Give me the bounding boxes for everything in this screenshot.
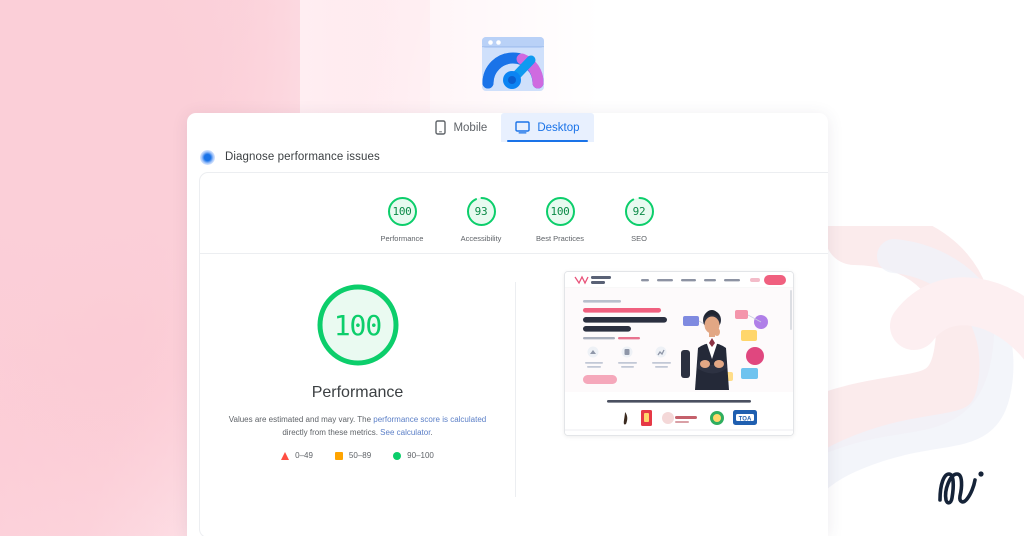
legend-item-average: 50–89 xyxy=(334,451,372,460)
performance-score-value: 100 xyxy=(333,308,383,342)
score-ring-accessibility: 93 xyxy=(465,195,498,228)
performance-title: Performance xyxy=(311,384,404,401)
score-performance[interactable]: 100 Performance xyxy=(363,195,442,243)
performance-summary: 100 Performance Values are estimated and… xyxy=(200,254,515,536)
see-calculator-link[interactable]: See calculator xyxy=(380,428,430,437)
score-legend: 0–49 50–89 90–100 xyxy=(281,451,434,460)
score-value-seo: 92 xyxy=(632,205,646,218)
site-screenshot-thumbnail[interactable]: TOA xyxy=(563,271,794,436)
legend-range-good: 90–100 xyxy=(407,451,434,460)
legend-range-poor: 0–49 xyxy=(295,451,313,460)
device-tabs: Mobile Desktop xyxy=(187,113,828,146)
mi-script-logo xyxy=(938,471,984,505)
score-value-accessibility: 93 xyxy=(474,205,488,218)
category-scores: 100 Performance 93 Accessibility 100 Bes… xyxy=(200,173,828,259)
tab-mobile[interactable]: Mobile xyxy=(421,113,501,142)
pagespeed-insights-logo xyxy=(482,37,544,91)
performance-score-link[interactable]: performance score is calculated xyxy=(373,415,486,424)
report-panel: 100 Performance 93 Accessibility 100 Bes… xyxy=(199,172,828,536)
desktop-monitor-icon xyxy=(515,121,531,134)
score-seo[interactable]: 92 SEO xyxy=(600,195,679,243)
mobile-phone-icon xyxy=(435,120,447,135)
score-best-practices[interactable]: 100 Best Practices xyxy=(521,195,600,243)
performance-disclaimer: Values are estimated and may vary. The p… xyxy=(222,413,494,439)
score-accessibility[interactable]: 93 Accessibility xyxy=(442,195,521,243)
tab-desktop[interactable]: Desktop xyxy=(501,113,594,142)
performance-gauge: 100 xyxy=(313,280,403,370)
diagnose-label: Diagnose performance issues xyxy=(225,151,380,163)
screenshot-pane: TOA xyxy=(516,254,828,536)
disclaimer-part-1: Values are estimated and may vary. The xyxy=(228,415,374,424)
legend-item-poor: 0–49 xyxy=(281,451,313,460)
tab-mobile-label: Mobile xyxy=(453,121,488,134)
panel-body: 100 Performance Values are estimated and… xyxy=(200,254,828,536)
score-label-best-practices: Best Practices xyxy=(536,234,584,243)
circle-icon xyxy=(393,451,402,460)
score-label-seo: SEO xyxy=(631,234,647,243)
svg-text:TOA: TOA xyxy=(738,417,751,423)
square-icon xyxy=(334,451,343,460)
score-label-performance: Performance xyxy=(380,234,424,243)
score-ring-performance: 100 xyxy=(386,195,419,228)
score-ring-seo: 92 xyxy=(623,195,656,228)
triangle-icon xyxy=(281,451,290,460)
score-label-accessibility: Accessibility xyxy=(460,234,502,243)
legend-item-good: 90–100 xyxy=(393,451,434,460)
score-ring-best-practices: 100 xyxy=(544,195,577,228)
disclaimer-part-3: . xyxy=(430,428,433,437)
disclaimer-part-2: directly from these metrics. xyxy=(282,428,381,437)
info-dot-icon xyxy=(200,149,215,165)
diagnose-row[interactable]: Diagnose performance issues xyxy=(200,146,380,168)
pagespeed-report-card: Mobile Desktop Diagnose performance issu… xyxy=(187,113,828,536)
tab-desktop-label: Desktop xyxy=(537,121,580,134)
legend-range-average: 50–89 xyxy=(348,451,372,460)
score-value-best-practices: 100 xyxy=(550,205,570,218)
score-value-performance: 100 xyxy=(392,205,412,218)
